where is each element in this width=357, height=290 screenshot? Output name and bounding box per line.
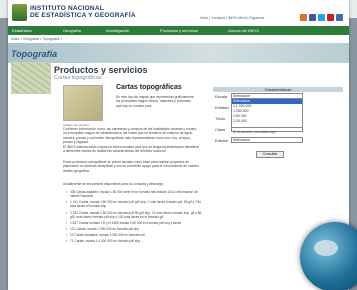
paragraph: El INEGI elabora estos mapas en series e… — [63, 145, 199, 154]
label-entidad: Entidad — [215, 105, 229, 110]
top-links[interactable]: Inicio | Contacto | INEGI Móvil | Síguen… — [200, 16, 264, 20]
list-item[interactable]: 71 Cartas, escala 1:1 000 000 en formato… — [66, 239, 204, 243]
label-titulo: Título — [215, 116, 226, 121]
list-item[interactable]: 2 293 Cartas, escala 1:50 000 en formato… — [66, 211, 204, 219]
clave-hint: Si la conoce, escríbala aquí — [233, 130, 276, 134]
paragraph: Contienen información como: las carreter… — [63, 127, 197, 145]
rss-icon[interactable] — [300, 14, 307, 21]
list-item[interactable]: 1 241 Cartas, escala 1:50 000 en formato… — [66, 200, 204, 208]
inegi-logo[interactable] — [12, 4, 27, 21]
section-banner — [8, 43, 349, 63]
globe-image — [300, 222, 357, 290]
institution-name-line1: INSTITUTO NACIONAL — [30, 5, 104, 12]
page-subtitle: Cartas topográficas — [54, 75, 102, 81]
list-item[interactable]: 12 Cartas estatales, escala 1:250 000 en… — [66, 233, 204, 237]
section-title: Cartas topográficas — [116, 84, 182, 91]
page-frame: INSTITUTO NACIONAL DE ESTADÍSTICA Y GEOG… — [8, 0, 349, 290]
list-item[interactable]: 408 Cartas digitales, escala 1:50 000 se… — [66, 190, 204, 198]
section-intro: En este tipo de mapas que representan gr… — [116, 95, 194, 108]
label-edicion: Edición — [215, 138, 229, 143]
share-icon[interactable] — [336, 14, 343, 21]
paragraph: Actualmente se encuentran disponibles pa… — [63, 182, 164, 186]
banner-title: Topografía — [11, 49, 58, 59]
sample-map-image[interactable] — [63, 85, 103, 121]
page-title: Productos y servicios — [54, 65, 148, 75]
label-clave: Clave — [215, 127, 226, 132]
globe-highlight — [314, 240, 338, 256]
nav-investigacion[interactable]: Investigación — [106, 28, 129, 33]
list-item[interactable]: 1 837 Cartas formato I-R y N 1980 escala… — [66, 221, 204, 225]
list-item[interactable]: 121 Cartas, escala 1:250 000 en formato … — [66, 227, 204, 231]
available-list: 408 Cartas digitales, escala 1:50 000 se… — [66, 190, 204, 246]
form-header: Características — [213, 87, 343, 92]
edicion-select[interactable]: Seleccione — [231, 137, 303, 143]
institution-name-line2: DE ESTADÍSTICA Y GEOGRAFÍA — [30, 12, 136, 19]
breadcrumb[interactable]: Inicio > Geografía > Topografía > — [11, 37, 62, 41]
main-nav: Estadística Geografía Investigación Prod… — [8, 26, 349, 60]
label-escala: Escala — [215, 94, 228, 99]
escala-dropdown[interactable]: Seleccione 1:1 000 000 1:250 000 1:50 00… — [231, 98, 303, 128]
nav-acerca[interactable]: Acerca del INEGI — [228, 28, 259, 33]
facebook-icon[interactable] — [309, 14, 316, 21]
map-image — [11, 62, 51, 94]
site-header: INSTITUTO NACIONAL DE ESTADÍSTICA Y GEOG… — [8, 0, 349, 26]
nav-productos[interactable]: Productos y servicios — [160, 28, 198, 33]
consultar-button[interactable]: Consultar — [256, 151, 284, 158]
paragraph: Estos productos cartográficos se ponen e… — [63, 160, 199, 173]
youtube-icon[interactable] — [327, 14, 334, 21]
nav-geografia[interactable]: Geografía — [63, 28, 81, 33]
twitter-icon[interactable] — [318, 14, 325, 21]
dropdown-option[interactable]: 1:20 000 — [232, 119, 302, 124]
nav-estadistica[interactable]: Estadística — [12, 28, 32, 33]
